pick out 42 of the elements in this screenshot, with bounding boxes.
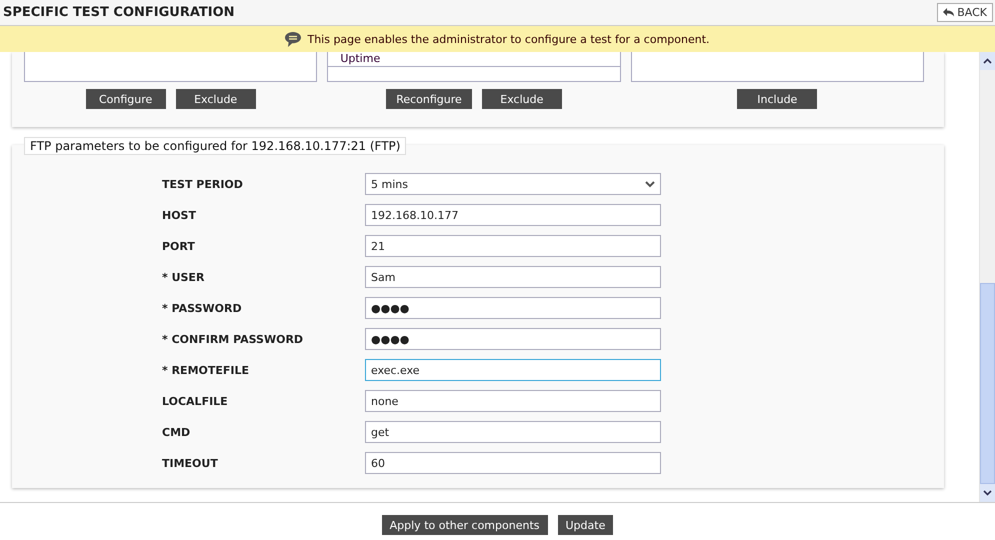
back-button[interactable]: BACK — [937, 3, 993, 22]
input-field[interactable]: 192.168.10.177 — [365, 204, 661, 226]
input-field[interactable]: 60 — [365, 452, 661, 474]
field-label: CMD — [161, 426, 192, 438]
test-list[interactable]: Uptime — [327, 52, 621, 82]
input-field[interactable]: 21 — [365, 235, 661, 257]
page-title: SPECIFIC TEST CONFIGURATION — [3, 5, 235, 20]
speech-bubble-icon — [285, 32, 302, 46]
list-item[interactable]: Uptime — [328, 52, 620, 67]
scroll-down-icon[interactable] — [980, 484, 995, 502]
info-message: This page enables the administrator to configure a test for a component. — [307, 32, 710, 46]
scroll-thumb[interactable] — [980, 283, 995, 484]
test-list[interactable] — [24, 52, 318, 82]
list-action-button[interactable]: Reconfigure — [386, 89, 472, 109]
field-label: PORT — [161, 240, 196, 252]
scroll-up-icon[interactable] — [980, 52, 995, 70]
field-label: * PASSWORD — [161, 302, 243, 314]
field-label: * CONFIRM PASSWORD — [161, 332, 304, 346]
test-list[interactable] — [630, 52, 924, 82]
field-label: HOST — [161, 208, 197, 222]
list-action-button[interactable]: Exclude — [482, 89, 562, 109]
input-field[interactable]: exec.exe — [365, 359, 661, 381]
field-label: TIMEOUT — [161, 456, 219, 470]
input-field[interactable]: none — [365, 390, 661, 412]
field-label: TEST PERIOD — [161, 178, 244, 190]
list-action-button[interactable]: Exclude — [176, 89, 256, 109]
password-field[interactable]: ●●●● — [365, 297, 661, 319]
footer-button[interactable]: Update — [558, 515, 614, 535]
list-action-button[interactable]: Include — [737, 89, 818, 109]
back-arrow-icon — [943, 8, 954, 17]
field-label: * USER — [161, 270, 206, 284]
panel-legend: FTP parameters to be configured for 192.168.10.177:21 (FTP) — [24, 137, 406, 155]
password-field[interactable]: ●●●● — [365, 328, 661, 350]
test-period-select[interactable]: 5 mins — [365, 173, 661, 195]
input-field[interactable]: Sam — [365, 266, 661, 288]
field-label: * REMOTEFILE — [161, 364, 250, 376]
input-field[interactable]: get — [365, 421, 661, 443]
chevron-down-icon — [645, 180, 655, 188]
scrollbar[interactable] — [979, 52, 995, 502]
field-label: LOCALFILE — [161, 394, 229, 408]
list-action-button[interactable]: Configure — [86, 89, 166, 109]
footer-button[interactable]: Apply to other components — [382, 515, 548, 535]
